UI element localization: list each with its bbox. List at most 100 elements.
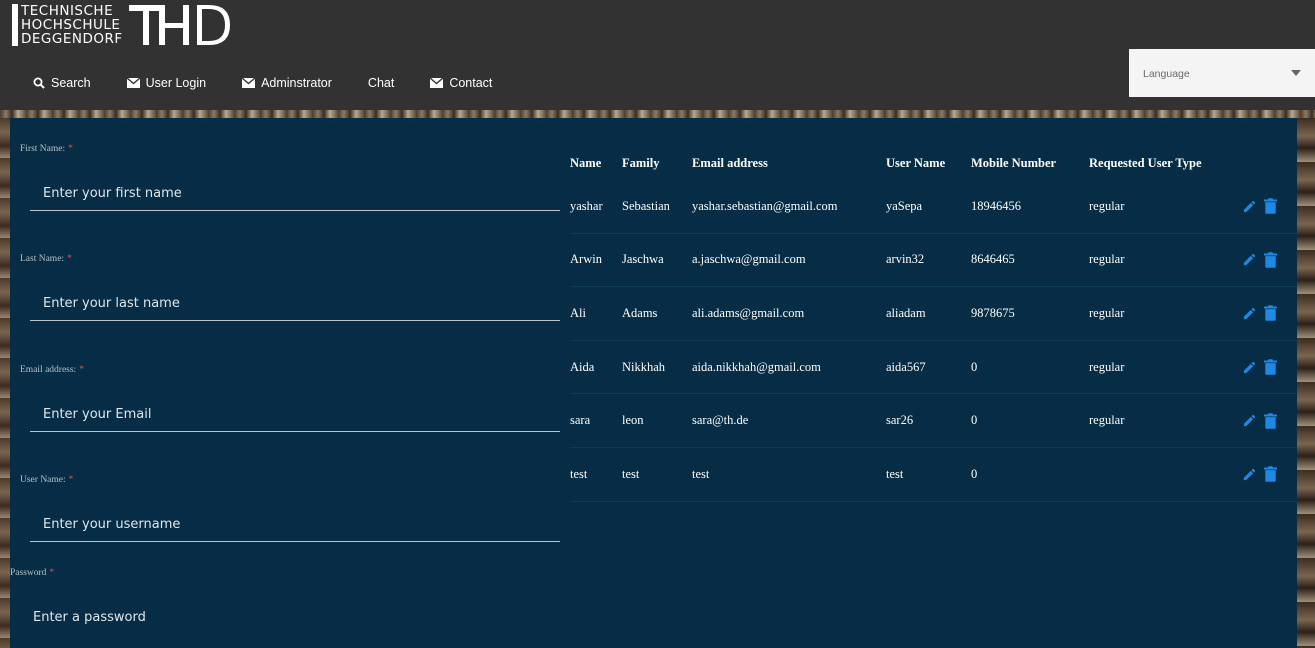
table-row: test test test test 0 <box>570 448 1297 502</box>
cell-name: test <box>570 466 588 481</box>
delete-trash-icon[interactable] <box>1263 252 1278 268</box>
language-label: Language <box>1143 68 1190 80</box>
edit-pencil-icon[interactable] <box>1242 466 1257 482</box>
required-mark: * <box>68 475 74 485</box>
nav-chat[interactable]: Chat <box>368 76 394 90</box>
cell-family: Sebastian <box>622 198 670 213</box>
cell-family: Adams <box>622 305 658 320</box>
envelope-icon <box>430 77 444 90</box>
header-name: Name <box>570 155 602 170</box>
last-name-input[interactable] <box>30 287 560 321</box>
email-label-text: Email address: <box>20 365 77 375</box>
password-label-text: Password <box>10 568 47 578</box>
row-actions <box>1242 341 1284 394</box>
required-mark: * <box>67 254 72 264</box>
username-label-text: User Name: <box>20 475 66 485</box>
cell-mobile: 18946456 <box>971 198 1021 213</box>
cell-user-type: regular <box>1089 252 1125 267</box>
cell-mobile: 0 <box>971 466 978 481</box>
logo-line-3: DEGGENDORF <box>21 31 123 47</box>
cell-email: ali.adams@gmail.com <box>692 305 805 320</box>
logo-wordmark: TECHNISCHE HOCHSCHULE DEGGENDORF <box>12 4 123 46</box>
nav-chat-label: Chat <box>367 76 395 90</box>
cell-email: sara@th.de <box>692 413 749 428</box>
header-mobile: Mobile Number <box>971 155 1057 170</box>
logo-line-1: TECHNISCHE <box>21 3 114 19</box>
header-user-type: Requested User Type <box>1089 155 1202 170</box>
cell-username: arvin32 <box>886 252 925 267</box>
header-family: Family <box>622 155 660 170</box>
users-table: Name Family Email address User Name Mobi… <box>570 146 1297 502</box>
nav-user-login[interactable]: User Login <box>126 76 207 90</box>
nav-administrator[interactable]: Adminstrator <box>242 76 332 90</box>
cell-user-type: regular <box>1089 198 1125 213</box>
delete-trash-icon[interactable] <box>1263 466 1278 483</box>
cell-mobile: 8646465 <box>971 252 1015 267</box>
edit-pencil-icon[interactable] <box>1242 252 1257 268</box>
edit-pencil-icon[interactable] <box>1242 198 1257 214</box>
nav-administrator-label: Adminstrator <box>261 76 332 90</box>
edit-pencil-icon[interactable] <box>1242 305 1257 321</box>
first-name-input[interactable] <box>30 177 560 211</box>
required-mark: * <box>79 365 84 375</box>
cell-username: aliadam <box>886 305 926 320</box>
nav-contact-label: Contact <box>449 76 493 90</box>
table-header-row: Name Family Email address User Name Mobi… <box>570 146 1297 180</box>
cell-email: aida.nikkhah@gmail.com <box>692 359 821 374</box>
user-form: First Name:* Last Name:* Email address:*… <box>10 118 570 648</box>
delete-trash-icon[interactable] <box>1263 412 1278 429</box>
cell-family: test <box>622 466 640 481</box>
cell-family: Nikkhah <box>622 359 666 374</box>
last-name-label-text: Last Name: <box>20 254 65 264</box>
nav-search[interactable]: Search <box>32 76 91 90</box>
envelope-icon <box>242 77 256 90</box>
edit-pencil-icon[interactable] <box>1242 413 1257 429</box>
delete-trash-icon[interactable] <box>1263 359 1278 375</box>
row-actions <box>1242 394 1284 447</box>
envelope-icon <box>126 77 140 90</box>
search-icon <box>32 77 45 90</box>
delete-trash-icon[interactable] <box>1263 198 1278 215</box>
email-label: Email address: * <box>20 365 84 375</box>
table-row: Ali Adams ali.adams@gmail.com aliadam 98… <box>570 287 1297 341</box>
thd-logo[interactable]: TECHNISCHE HOCHSCHULE DEGGENDORF <box>12 3 233 47</box>
nav-user-login-label: User Login <box>145 76 207 90</box>
nav-search-label: Search <box>51 76 91 90</box>
last-name-label: Last Name: * <box>20 254 72 264</box>
cell-mobile: 9878675 <box>971 305 1015 320</box>
cell-email: a.jaschwa@gmail.com <box>692 252 806 267</box>
delete-trash-icon[interactable] <box>1263 305 1278 322</box>
cell-name: Arwin <box>570 252 602 267</box>
username-label: User Name: * <box>20 475 73 485</box>
thd-logo-mark <box>128 5 230 45</box>
row-actions <box>1242 234 1284 287</box>
cell-mobile: 0 <box>971 359 978 374</box>
row-actions <box>1242 448 1284 501</box>
background-image-strip <box>0 110 1315 118</box>
cell-username: yaSepa <box>886 198 923 213</box>
cell-username: sar26 <box>886 413 914 428</box>
background-image-right <box>1297 118 1315 648</box>
language-select[interactable]: Language <box>1129 49 1315 97</box>
cell-mobile: 0 <box>971 413 978 428</box>
content-panel: First Name:* Last Name:* Email address:*… <box>10 118 1297 648</box>
cell-name: yashar <box>570 198 603 213</box>
logo-line-2: HOCHSCHULE <box>21 17 121 33</box>
table-row: sara leon sara@th.de sar26 0 regular <box>570 394 1297 448</box>
password-input[interactable] <box>20 600 550 634</box>
header-email: Email address <box>692 155 768 170</box>
main-nav: Search User Login Adminstrator Chat Cont… <box>0 70 528 96</box>
row-actions <box>1242 287 1284 340</box>
first-name-label-text: First Name: <box>20 144 66 154</box>
header-username: User Name <box>886 155 946 170</box>
cell-username: test <box>886 466 904 481</box>
background-image-left <box>0 118 10 648</box>
email-input[interactable] <box>30 398 560 432</box>
cell-family: leon <box>622 413 644 428</box>
nav-contact[interactable]: Contact <box>430 76 492 90</box>
table-row: yashar Sebastian yashar.sebastian@gmail.… <box>570 180 1297 234</box>
username-input[interactable] <box>30 508 560 542</box>
table-body: yashar Sebastian yashar.sebastian@gmail.… <box>570 180 1297 502</box>
cell-name: sara <box>570 413 591 428</box>
edit-pencil-icon[interactable] <box>1242 359 1257 375</box>
